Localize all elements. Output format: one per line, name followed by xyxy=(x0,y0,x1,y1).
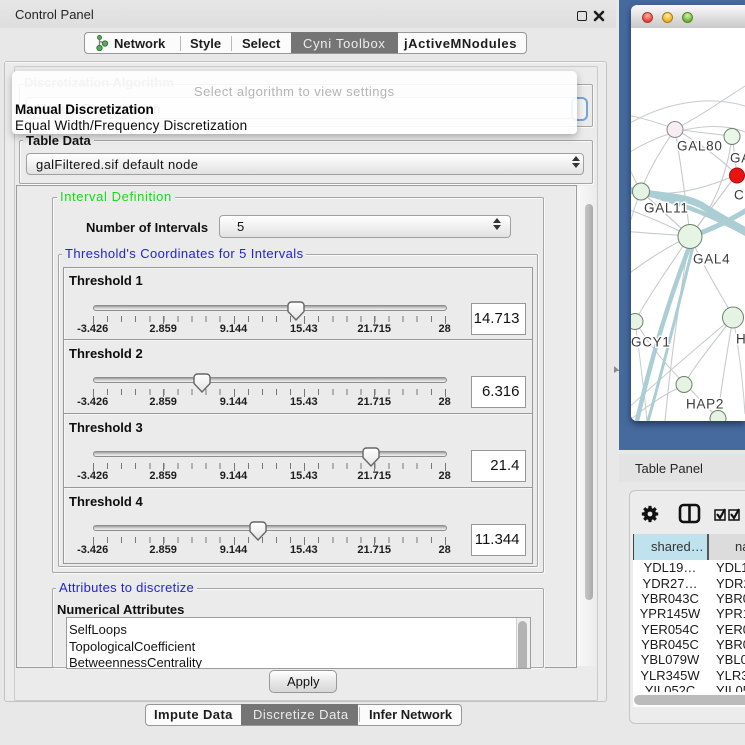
svg-text:C: C xyxy=(734,188,744,203)
svg-text:HAP4: HAP4 xyxy=(736,332,745,347)
svg-text:GAL11: GAL11 xyxy=(644,201,689,216)
svg-text:GAL80: GAL80 xyxy=(677,139,723,154)
svg-text:GCY1: GCY1 xyxy=(631,335,671,350)
svg-text:GAL4: GAL4 xyxy=(693,252,730,267)
svg-text:GAL: GAL xyxy=(730,151,745,166)
svg-text:HAP2: HAP2 xyxy=(686,397,724,412)
